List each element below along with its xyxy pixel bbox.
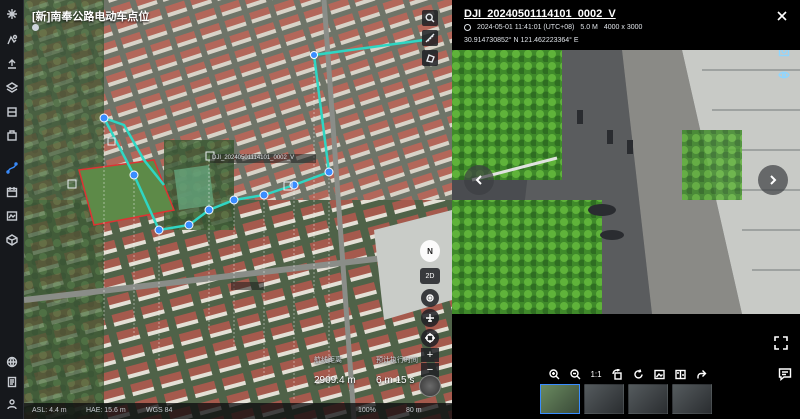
gimbal-button[interactable] [421, 329, 439, 347]
compass-button[interactable]: N [420, 240, 440, 262]
map-search-button[interactable] [422, 10, 438, 26]
chevron-right-icon [770, 175, 777, 185]
image-size: 5.0 M [580, 24, 598, 31]
locate-button[interactable] [421, 289, 439, 307]
chat-icon [778, 368, 792, 381]
view-2d-button[interactable]: 2D [420, 268, 440, 284]
photo-content [452, 50, 800, 314]
next-image-button[interactable] [758, 165, 788, 195]
document-icon[interactable] [4, 374, 20, 390]
visibility-toggle[interactable] [778, 68, 790, 80]
fullscreen-button[interactable] [774, 336, 788, 350]
left-sidebar [0, 0, 24, 419]
route-subtitle [32, 24, 43, 31]
thumbnail-item[interactable] [584, 384, 624, 414]
thumbnail-item[interactable] [540, 384, 580, 414]
search-icon [425, 13, 435, 23]
clock-icon [464, 24, 471, 31]
eye-icon [778, 71, 790, 79]
viewer-toolbar: 1:1 [547, 367, 708, 381]
time-label: 预计执行时间 [376, 357, 418, 364]
team-icon[interactable] [4, 32, 20, 48]
calendar-icon[interactable] [4, 184, 20, 200]
zoom-in-button[interactable]: + [421, 348, 439, 362]
compare-button[interactable] [673, 367, 687, 381]
crosshair-icon [425, 333, 435, 343]
distance-label: 航线距离 [314, 357, 342, 364]
refresh-button[interactable] [631, 367, 645, 381]
close-viewer-button[interactable] [776, 9, 788, 21]
media-icon[interactable] [4, 208, 20, 224]
globe-icon[interactable] [4, 354, 20, 370]
share-icon [696, 369, 706, 378]
close-icon [777, 11, 787, 21]
dock-icon[interactable] [4, 128, 20, 144]
aerial-photo[interactable] [452, 50, 800, 314]
grid-view-button[interactable] [652, 367, 666, 381]
share-button[interactable] [694, 367, 708, 381]
rotate-left-icon [611, 368, 622, 380]
polygon-icon [426, 54, 435, 63]
gallery-icon [653, 369, 665, 379]
annotation-toggle[interactable] [778, 50, 790, 57]
device-icon[interactable] [4, 104, 20, 120]
scale-readout: 80 m [406, 407, 422, 414]
map-3d-view[interactable]: [新]南奉公路电动车点位 DJI_20240501114101_0002_V N… [24, 0, 452, 419]
image-mark-icon [778, 50, 790, 57]
fullscreen-icon [774, 336, 788, 350]
zoom-in-icon [548, 368, 559, 379]
drone-view-button[interactable] [421, 309, 439, 327]
time-value: 6 m 15 s [376, 375, 415, 386]
crs-readout: WGS 84 [146, 407, 173, 414]
route-title: [新]南奉公路电动车点位 [32, 11, 150, 23]
zoom-in-image-button[interactable] [547, 367, 561, 381]
route-icon[interactable] [4, 160, 20, 176]
distance-value: 2909.4 m [314, 375, 356, 386]
image-coords: 30.914730852° N 121.462223364° E [464, 37, 579, 44]
map-measure-button[interactable] [422, 30, 438, 46]
model-icon[interactable] [4, 232, 20, 248]
image-datetime: 2024-05-01 11:41:01 (UTC+08) [477, 24, 575, 31]
image-meta: 2024-05-01 11:41:01 (UTC+08) 5.0 M 4000 … [464, 24, 642, 31]
thumbnail-item[interactable] [672, 384, 712, 414]
image-title[interactable]: DJI_20240501114101_0002_V [464, 8, 616, 20]
user-icon[interactable] [4, 396, 20, 412]
message-button[interactable] [778, 367, 792, 381]
asl-readout: ASL: 4.4 m [32, 407, 67, 414]
thumbnail-strip [540, 384, 712, 414]
airplane-icon [426, 314, 434, 322]
image-viewer-panel: DJI_20240501114101_0002_V 2024-05-01 11:… [452, 0, 800, 419]
map-draw-button[interactable] [422, 50, 438, 66]
chevron-left-icon [475, 175, 482, 185]
camera-preview-thumb[interactable] [419, 375, 441, 397]
zoom-out-icon [569, 368, 580, 379]
refresh-icon [633, 368, 643, 378]
compare-icon [674, 369, 686, 379]
actual-size-button[interactable]: 1:1 [589, 367, 603, 381]
image-resolution: 4000 x 3000 [603, 24, 643, 31]
thumbnail-item[interactable] [628, 384, 668, 414]
hae-readout: HAE: 15.6 m [86, 407, 126, 414]
logo-icon[interactable] [4, 6, 20, 22]
map-toolbar [422, 10, 438, 66]
map-statusbar: ASL: 4.4 m HAE: 15.6 m WGS 84 100% 80 m [24, 403, 452, 419]
user-avatar-icon [32, 24, 39, 31]
ruler-icon [425, 33, 435, 43]
zoom-out-image-button[interactable] [568, 367, 582, 381]
prev-image-button[interactable] [464, 165, 494, 195]
zoom-percent: 100% [358, 407, 376, 414]
rotate-left-button[interactable] [610, 367, 624, 381]
upload-icon[interactable] [4, 56, 20, 72]
photo-marker-label[interactable]: DJI_20240501114101_0002_V [212, 155, 294, 161]
layer-icon[interactable] [4, 80, 20, 96]
target-icon [426, 294, 434, 302]
